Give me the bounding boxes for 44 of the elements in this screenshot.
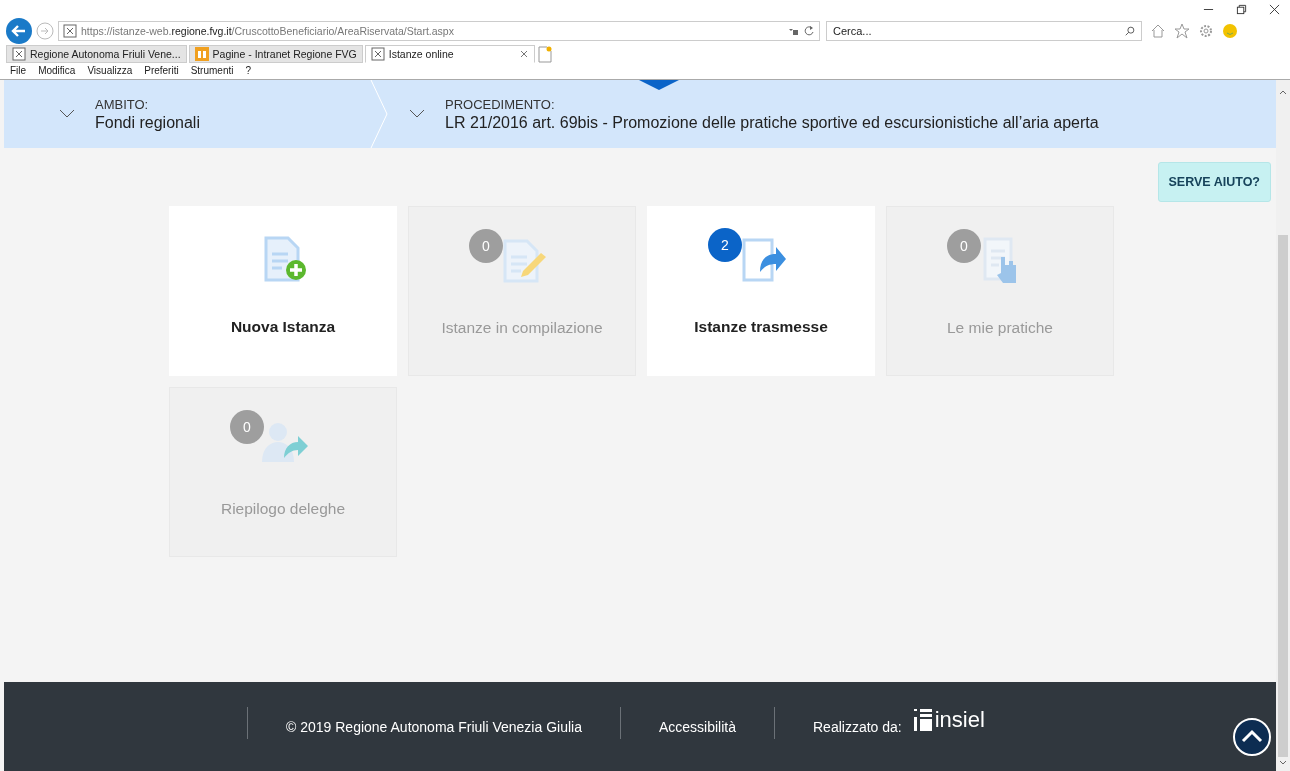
- made-by-text: Realizzato da:: [813, 718, 902, 735]
- insiel-logo[interactable]: insiel: [913, 706, 985, 733]
- count-badge: 0: [469, 229, 503, 263]
- close-icon[interactable]: [1269, 4, 1280, 15]
- breadcrumb-label: PROCEDIMENTO:: [445, 96, 556, 112]
- chevron-down-icon[interactable]: [409, 109, 425, 119]
- page-icon: [370, 46, 385, 61]
- menu-item[interactable]: Modifica: [38, 65, 76, 77]
- tile-card[interactable]: Nuova Istanza: [169, 206, 397, 376]
- search-icon[interactable]: [1124, 24, 1136, 37]
- scrollbar[interactable]: [1276, 80, 1290, 771]
- menu-item[interactable]: Visualizza: [87, 65, 133, 77]
- count-badge: 0: [230, 410, 264, 444]
- menu-item[interactable]: ?: [245, 65, 252, 77]
- pointer-icon: [639, 80, 679, 90]
- scroll-top-icon[interactable]: [1232, 717, 1272, 757]
- page-icon: [12, 46, 26, 61]
- breadcrumb-label: AMBITO:: [95, 96, 150, 112]
- close-tab-icon[interactable]: [518, 48, 529, 59]
- back-icon[interactable]: [6, 17, 32, 44]
- count-badge: 0: [947, 229, 981, 263]
- address-field[interactable]: https://istanze-web.regione.fvg.it/CruscottoBeneficiario/AreaRiservata/Start.aspx: [58, 20, 820, 41]
- refresh-icon[interactable]: [803, 24, 815, 37]
- restore-icon[interactable]: [1236, 4, 1247, 15]
- breadcrumb-value[interactable]: LR 21/2016 art. 69bis - Promozione delle pratiche sportive ed escursionistiche all’aria aperta: [445, 113, 1099, 132]
- tile-card[interactable]: 2 Istanze trasmesse: [647, 206, 875, 376]
- settings-icon[interactable]: [1198, 22, 1214, 39]
- help-button[interactable]: SERVE AIUTO?: [1157, 162, 1271, 202]
- chevron-down-icon[interactable]: [59, 109, 75, 119]
- accessibility-link[interactable]: Accessibilità: [658, 718, 736, 735]
- breadcrumb-value[interactable]: Fondi regionali: [95, 113, 200, 132]
- browser-tab[interactable]: Regione Autonoma Friuli Vene...: [6, 44, 187, 63]
- star-icon[interactable]: [1174, 22, 1190, 39]
- browser-tab[interactable]: Istanze online: [364, 44, 535, 63]
- search-field[interactable]: Cerca...: [826, 20, 1142, 41]
- browser-tab[interactable]: Pagine - Intranet Regione FVG: [188, 44, 363, 63]
- menu-item[interactable]: Preferiti: [144, 65, 179, 77]
- menu-item[interactable]: Strumenti: [190, 65, 234, 77]
- page-icon: [63, 23, 77, 38]
- count-badge: 2: [708, 228, 742, 262]
- menu-item[interactable]: File: [10, 65, 27, 77]
- intranet-icon: [194, 46, 209, 61]
- copyright-text: © 2019 Regione Autonoma Friuli Venezia Giulia: [286, 718, 582, 735]
- home-icon[interactable]: [1150, 22, 1166, 39]
